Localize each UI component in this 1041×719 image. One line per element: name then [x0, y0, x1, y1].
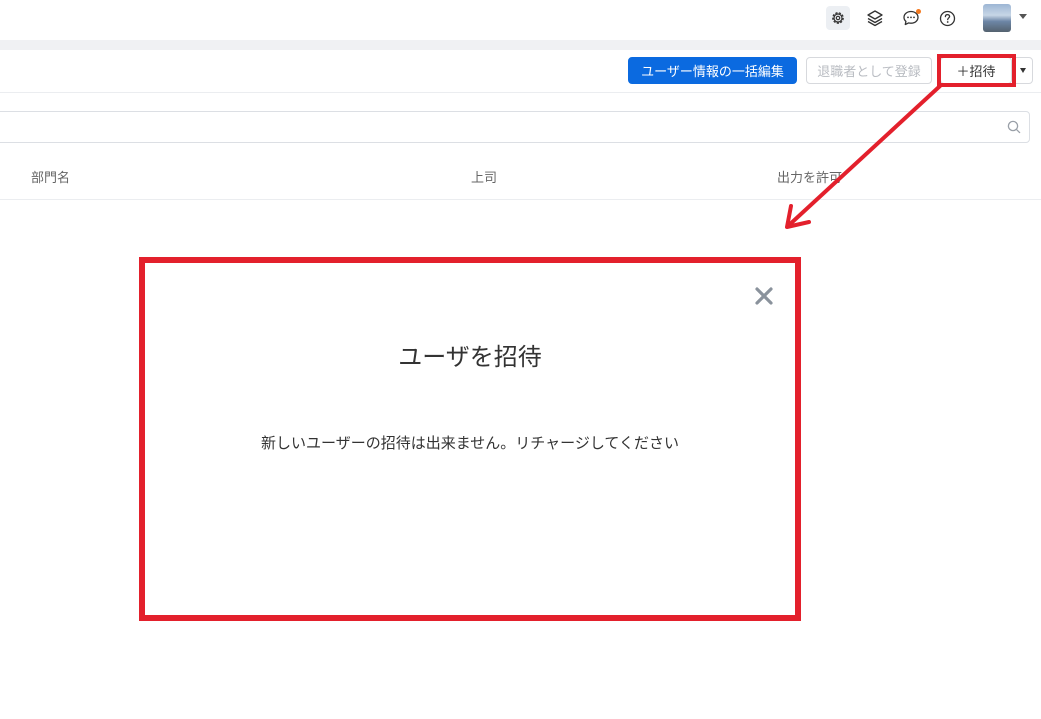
- app-window: ユーザー情報の一括編集 退職者として登録 ＋招待 部門名 上司 出力を許可 ユー…: [0, 0, 1041, 719]
- top-header: [0, 0, 1041, 40]
- bulk-edit-button[interactable]: ユーザー情報の一括編集: [628, 57, 797, 84]
- column-header-manager[interactable]: 上司: [471, 167, 497, 186]
- chevron-down-icon: [1019, 68, 1026, 73]
- gear-icon[interactable]: [826, 6, 850, 30]
- invite-user-dialog: ユーザを招待 新しいユーザーの招待は出来ません。リチャージしてください: [139, 257, 801, 621]
- annotation-highlight-box: [937, 54, 1016, 87]
- layers-icon[interactable]: [863, 6, 887, 30]
- toolbar-divider: [0, 92, 1041, 93]
- notification-dot: [916, 9, 921, 14]
- header-divider: [0, 40, 1041, 50]
- help-icon[interactable]: [935, 6, 959, 30]
- chat-icon[interactable]: [899, 6, 923, 30]
- column-header-department[interactable]: 部門名: [31, 167, 70, 186]
- dialog-message: 新しいユーザーの招待は出来ません。リチャージしてください: [261, 434, 679, 452]
- chevron-down-icon[interactable]: [1019, 14, 1027, 19]
- dialog-title: ユーザを招待: [398, 343, 542, 371]
- register-retired-button: 退職者として登録: [806, 57, 932, 84]
- avatar[interactable]: [983, 4, 1011, 32]
- search-input[interactable]: [5, 112, 989, 142]
- search-field[interactable]: [0, 111, 1030, 143]
- table-header-divider: [0, 199, 1041, 200]
- close-icon[interactable]: [753, 285, 775, 307]
- search-icon[interactable]: [1007, 119, 1021, 138]
- column-header-export-permission[interactable]: 出力を許可: [777, 167, 842, 186]
